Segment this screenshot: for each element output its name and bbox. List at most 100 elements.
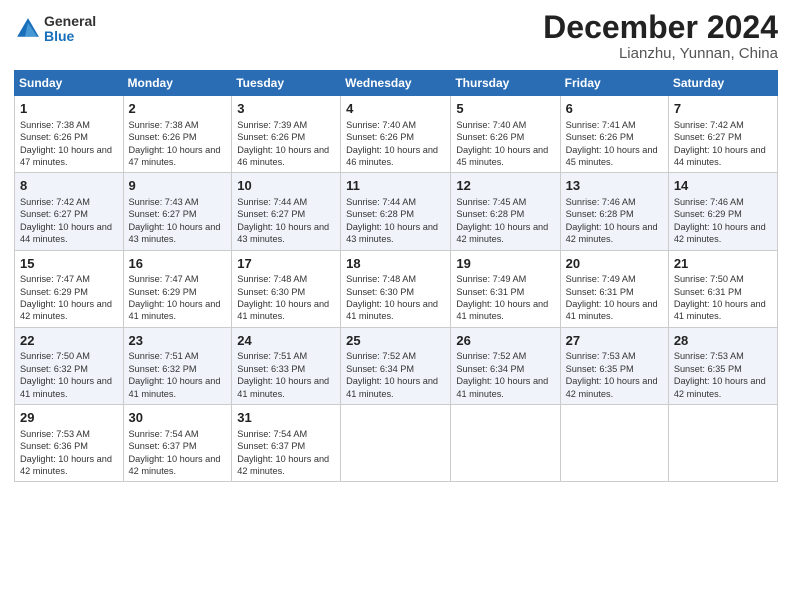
day-number: 16 xyxy=(129,255,227,273)
day-info: Sunrise: 7:54 AMSunset: 6:37 PMDaylight:… xyxy=(129,428,227,478)
day-number: 10 xyxy=(237,177,335,195)
day-info: Sunrise: 7:51 AMSunset: 6:33 PMDaylight:… xyxy=(237,350,335,400)
day-info: Sunrise: 7:48 AMSunset: 6:30 PMDaylight:… xyxy=(237,273,335,323)
table-row: 10Sunrise: 7:44 AMSunset: 6:27 PMDayligh… xyxy=(232,173,341,250)
table-row: 22Sunrise: 7:50 AMSunset: 6:32 PMDayligh… xyxy=(15,327,124,404)
day-number: 4 xyxy=(346,100,445,118)
day-info: Sunrise: 7:40 AMSunset: 6:26 PMDaylight:… xyxy=(456,119,554,169)
day-number: 1 xyxy=(20,100,118,118)
table-row: 28Sunrise: 7:53 AMSunset: 6:35 PMDayligh… xyxy=(668,327,777,404)
table-row: 25Sunrise: 7:52 AMSunset: 6:34 PMDayligh… xyxy=(341,327,451,404)
table-row: 5Sunrise: 7:40 AMSunset: 6:26 PMDaylight… xyxy=(451,96,560,173)
day-info: Sunrise: 7:53 AMSunset: 6:35 PMDaylight:… xyxy=(674,350,772,400)
table-row: 18Sunrise: 7:48 AMSunset: 6:30 PMDayligh… xyxy=(341,250,451,327)
header: General Blue December 2024 Lianzhu, Yunn… xyxy=(14,10,778,62)
day-info: Sunrise: 7:51 AMSunset: 6:32 PMDaylight:… xyxy=(129,350,227,400)
day-info: Sunrise: 7:46 AMSunset: 6:29 PMDaylight:… xyxy=(674,196,772,246)
table-row: 19Sunrise: 7:49 AMSunset: 6:31 PMDayligh… xyxy=(451,250,560,327)
day-info: Sunrise: 7:47 AMSunset: 6:29 PMDaylight:… xyxy=(129,273,227,323)
day-info: Sunrise: 7:48 AMSunset: 6:30 PMDaylight:… xyxy=(346,273,445,323)
day-info: Sunrise: 7:52 AMSunset: 6:34 PMDaylight:… xyxy=(346,350,445,400)
table-row: 17Sunrise: 7:48 AMSunset: 6:30 PMDayligh… xyxy=(232,250,341,327)
table-row: 27Sunrise: 7:53 AMSunset: 6:35 PMDayligh… xyxy=(560,327,668,404)
day-number: 7 xyxy=(674,100,772,118)
day-number: 8 xyxy=(20,177,118,195)
day-info: Sunrise: 7:42 AMSunset: 6:27 PMDaylight:… xyxy=(674,119,772,169)
page-subtitle: Lianzhu, Yunnan, China xyxy=(543,45,778,62)
col-wednesday: Wednesday xyxy=(341,71,451,96)
day-number: 28 xyxy=(674,332,772,350)
logo: General Blue xyxy=(14,14,96,45)
col-tuesday: Tuesday xyxy=(232,71,341,96)
day-number: 22 xyxy=(20,332,118,350)
calendar-week-row: 15Sunrise: 7:47 AMSunset: 6:29 PMDayligh… xyxy=(15,250,778,327)
calendar-week-row: 22Sunrise: 7:50 AMSunset: 6:32 PMDayligh… xyxy=(15,327,778,404)
day-number: 13 xyxy=(566,177,663,195)
day-info: Sunrise: 7:38 AMSunset: 6:26 PMDaylight:… xyxy=(20,119,118,169)
day-number: 19 xyxy=(456,255,554,273)
table-row: 9Sunrise: 7:43 AMSunset: 6:27 PMDaylight… xyxy=(123,173,232,250)
day-number: 31 xyxy=(237,409,335,427)
table-row: 12Sunrise: 7:45 AMSunset: 6:28 PMDayligh… xyxy=(451,173,560,250)
table-row: 24Sunrise: 7:51 AMSunset: 6:33 PMDayligh… xyxy=(232,327,341,404)
day-info: Sunrise: 7:44 AMSunset: 6:27 PMDaylight:… xyxy=(237,196,335,246)
day-info: Sunrise: 7:53 AMSunset: 6:35 PMDaylight:… xyxy=(566,350,663,400)
day-number: 23 xyxy=(129,332,227,350)
table-row: 11Sunrise: 7:44 AMSunset: 6:28 PMDayligh… xyxy=(341,173,451,250)
day-number: 11 xyxy=(346,177,445,195)
day-info: Sunrise: 7:49 AMSunset: 6:31 PMDaylight:… xyxy=(456,273,554,323)
day-number: 9 xyxy=(129,177,227,195)
day-info: Sunrise: 7:45 AMSunset: 6:28 PMDaylight:… xyxy=(456,196,554,246)
calendar-body: 1Sunrise: 7:38 AMSunset: 6:26 PMDaylight… xyxy=(15,96,778,482)
table-row: 21Sunrise: 7:50 AMSunset: 6:31 PMDayligh… xyxy=(668,250,777,327)
col-thursday: Thursday xyxy=(451,71,560,96)
page-title: December 2024 xyxy=(543,10,778,45)
day-info: Sunrise: 7:50 AMSunset: 6:31 PMDaylight:… xyxy=(674,273,772,323)
table-row: 2Sunrise: 7:38 AMSunset: 6:26 PMDaylight… xyxy=(123,96,232,173)
table-row: 7Sunrise: 7:42 AMSunset: 6:27 PMDaylight… xyxy=(668,96,777,173)
day-info: Sunrise: 7:43 AMSunset: 6:27 PMDaylight:… xyxy=(129,196,227,246)
table-row: 1Sunrise: 7:38 AMSunset: 6:26 PMDaylight… xyxy=(15,96,124,173)
day-info: Sunrise: 7:41 AMSunset: 6:26 PMDaylight:… xyxy=(566,119,663,169)
day-info: Sunrise: 7:47 AMSunset: 6:29 PMDaylight:… xyxy=(20,273,118,323)
table-row: 23Sunrise: 7:51 AMSunset: 6:32 PMDayligh… xyxy=(123,327,232,404)
table-row: 20Sunrise: 7:49 AMSunset: 6:31 PMDayligh… xyxy=(560,250,668,327)
day-info: Sunrise: 7:54 AMSunset: 6:37 PMDaylight:… xyxy=(237,428,335,478)
day-info: Sunrise: 7:50 AMSunset: 6:32 PMDaylight:… xyxy=(20,350,118,400)
day-number: 18 xyxy=(346,255,445,273)
calendar-header-row: Sunday Monday Tuesday Wednesday Thursday… xyxy=(15,71,778,96)
table-row xyxy=(341,405,451,482)
day-info: Sunrise: 7:52 AMSunset: 6:34 PMDaylight:… xyxy=(456,350,554,400)
day-info: Sunrise: 7:46 AMSunset: 6:28 PMDaylight:… xyxy=(566,196,663,246)
table-row: 3Sunrise: 7:39 AMSunset: 6:26 PMDaylight… xyxy=(232,96,341,173)
logo-icon xyxy=(14,15,42,43)
day-number: 25 xyxy=(346,332,445,350)
title-block: December 2024 Lianzhu, Yunnan, China xyxy=(543,10,778,62)
day-number: 29 xyxy=(20,409,118,427)
day-number: 3 xyxy=(237,100,335,118)
day-number: 20 xyxy=(566,255,663,273)
day-number: 15 xyxy=(20,255,118,273)
day-info: Sunrise: 7:44 AMSunset: 6:28 PMDaylight:… xyxy=(346,196,445,246)
table-row: 26Sunrise: 7:52 AMSunset: 6:34 PMDayligh… xyxy=(451,327,560,404)
table-row xyxy=(668,405,777,482)
logo-blue-text: Blue xyxy=(44,29,96,44)
table-row: 8Sunrise: 7:42 AMSunset: 6:27 PMDaylight… xyxy=(15,173,124,250)
col-monday: Monday xyxy=(123,71,232,96)
calendar-table: Sunday Monday Tuesday Wednesday Thursday… xyxy=(14,70,778,482)
col-saturday: Saturday xyxy=(668,71,777,96)
day-number: 2 xyxy=(129,100,227,118)
table-row: 13Sunrise: 7:46 AMSunset: 6:28 PMDayligh… xyxy=(560,173,668,250)
day-number: 17 xyxy=(237,255,335,273)
table-row: 29Sunrise: 7:53 AMSunset: 6:36 PMDayligh… xyxy=(15,405,124,482)
day-number: 5 xyxy=(456,100,554,118)
day-number: 30 xyxy=(129,409,227,427)
table-row: 16Sunrise: 7:47 AMSunset: 6:29 PMDayligh… xyxy=(123,250,232,327)
day-info: Sunrise: 7:49 AMSunset: 6:31 PMDaylight:… xyxy=(566,273,663,323)
table-row: 31Sunrise: 7:54 AMSunset: 6:37 PMDayligh… xyxy=(232,405,341,482)
table-row xyxy=(560,405,668,482)
table-row: 4Sunrise: 7:40 AMSunset: 6:26 PMDaylight… xyxy=(341,96,451,173)
logo-text: General Blue xyxy=(44,14,96,45)
day-number: 27 xyxy=(566,332,663,350)
calendar-week-row: 8Sunrise: 7:42 AMSunset: 6:27 PMDaylight… xyxy=(15,173,778,250)
